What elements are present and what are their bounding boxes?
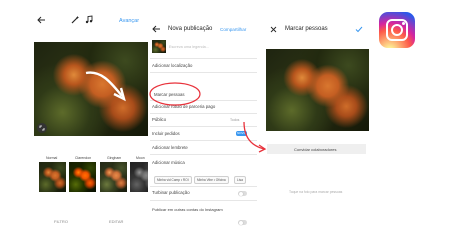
post-thumbnail bbox=[152, 40, 166, 53]
filter-thumbnail-clarendon[interactable] bbox=[69, 162, 96, 192]
add-location-item[interactable]: Adicionar localização bbox=[152, 63, 192, 68]
filter-label-moon: Moon bbox=[136, 156, 145, 160]
music-chip[interactable]: Minha Vibe • Oficina bbox=[194, 176, 229, 184]
tab-filter[interactable]: FILTRO bbox=[54, 219, 68, 224]
filter-label-normal: Normal bbox=[46, 156, 58, 160]
filter-thumbnail-moon[interactable] bbox=[130, 162, 148, 192]
add-music-item[interactable]: Adicionar música bbox=[152, 160, 185, 165]
close-icon[interactable] bbox=[270, 26, 277, 33]
page-title: Nova publicação bbox=[168, 26, 213, 32]
back-arrow-icon[interactable] bbox=[37, 16, 46, 24]
music-chip[interactable]: Lisa bbox=[234, 176, 246, 184]
filter-label-clarendon: Clarendon bbox=[75, 156, 92, 160]
include-orders-item[interactable]: Incluir pedidos bbox=[152, 131, 180, 136]
share-other-accounts-item[interactable]: Publicar em outras contas do Instagram bbox=[152, 207, 223, 212]
tag-people-item[interactable]: Marcar pessoas bbox=[154, 92, 185, 97]
tag-people-screen: Marcar pessoas Convidar colaboradores To… bbox=[265, 0, 372, 248]
share-other-toggle[interactable] bbox=[238, 220, 247, 225]
next-button[interactable]: Avançar bbox=[119, 18, 139, 24]
edit-photo-screen: Avançar Normal Clarendon Gingham Moon FI… bbox=[30, 0, 148, 248]
tag-hint: Toque na foto para marcar pessoas bbox=[289, 190, 343, 194]
caption-input[interactable]: Escreva uma legenda... bbox=[169, 45, 209, 49]
add-reminder-item[interactable]: Adicionar lembrete bbox=[152, 145, 188, 150]
music-chip[interactable]: Minha vid Camp • ROI bbox=[154, 176, 192, 184]
filter-thumbnail-normal[interactable] bbox=[39, 162, 66, 192]
boost-post-toggle[interactable] bbox=[238, 191, 247, 196]
invite-collaborators-label: Convidar colaboradores bbox=[294, 147, 337, 152]
back-arrow-icon[interactable] bbox=[152, 25, 161, 33]
boost-post-item[interactable]: Turbinar publicação bbox=[152, 190, 190, 195]
check-icon[interactable] bbox=[355, 26, 363, 33]
tag-photo[interactable] bbox=[266, 49, 369, 131]
instagram-logo-icon bbox=[379, 12, 415, 48]
new-post-screen: Nova publicação Compartilhar Escreva uma… bbox=[150, 0, 257, 248]
main-photo[interactable] bbox=[34, 42, 148, 136]
new-badge: NOVO bbox=[236, 131, 247, 136]
magic-wand-icon[interactable] bbox=[71, 15, 80, 24]
partner-tag-item[interactable]: Adicionar rótulo de parceria pago bbox=[152, 104, 215, 109]
share-button[interactable]: Compartilhar bbox=[220, 27, 246, 32]
filter-label-gingham: Gingham bbox=[107, 156, 122, 160]
tab-edit[interactable]: EDITAR bbox=[109, 219, 123, 224]
expand-button[interactable] bbox=[37, 123, 47, 133]
audience-value: Todos bbox=[230, 118, 240, 122]
music-note-icon[interactable] bbox=[85, 15, 93, 24]
audience-item[interactable]: Público bbox=[152, 117, 166, 122]
expand-icon bbox=[39, 125, 45, 131]
page-title: Marcar pessoas bbox=[285, 26, 328, 32]
filter-thumbnail-gingham[interactable] bbox=[100, 162, 127, 192]
